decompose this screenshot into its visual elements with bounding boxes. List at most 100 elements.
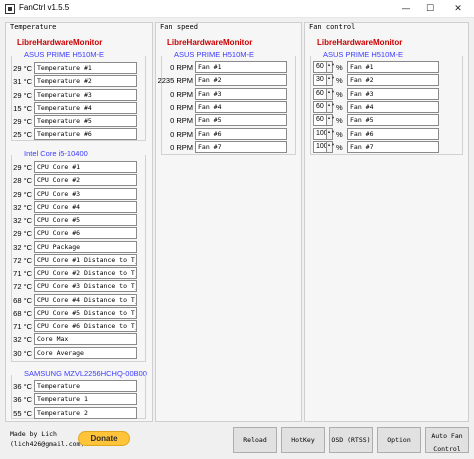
- temperature-value: 36 °C: [13, 382, 32, 391]
- temperature-sensor-name[interactable]: CPU Core #5 Distance to TjMax: [34, 306, 137, 319]
- fan-speed-name[interactable]: Fan #7: [195, 140, 287, 153]
- title-bar: FanCtrl v1.5.5 — ☐ ✕: [0, 0, 474, 18]
- temperature-sensor-name[interactable]: Temperature #1: [34, 62, 137, 74]
- temperature-sensor-name[interactable]: CPU Core #2 Distance to TjMax: [34, 267, 137, 279]
- close-button[interactable]: ✕: [446, 0, 470, 18]
- fan-speed-value: 0 RPM: [170, 102, 193, 112]
- fan-speed-name[interactable]: Fan #4: [195, 100, 287, 113]
- temperature-value: 29 °C: [13, 189, 32, 199]
- fan-control-percent-input[interactable]: 60: [313, 87, 327, 100]
- donate-button[interactable]: Donate: [78, 431, 130, 446]
- temperature-sensor-name[interactable]: CPU Core #6 Distance to TjMax: [34, 320, 137, 332]
- reload-button[interactable]: Reload: [233, 427, 277, 453]
- fan-speed-lhm-title: LibreHardwareMonitor: [167, 38, 253, 47]
- fan-control-name[interactable]: Fan #4: [347, 100, 439, 113]
- author-email: (lich426@gmail.com): [10, 440, 85, 448]
- temperature-sensor-name[interactable]: Temperature #3: [34, 88, 137, 101]
- fan-control-header: Fan control: [309, 23, 356, 31]
- fan-control-spinner[interactable]: ▲▼: [326, 100, 335, 113]
- temperature-sensor-name[interactable]: Temperature 2: [34, 406, 137, 419]
- fan-control-percent-input[interactable]: 100: [313, 140, 328, 153]
- fan-control-name[interactable]: Fan #6: [347, 127, 439, 140]
- fan-control-percent-input[interactable]: 30: [313, 74, 327, 87]
- temperature-value: 29 °C: [13, 117, 32, 126]
- fan-speed-name[interactable]: Fan #5: [195, 114, 287, 127]
- fan-speed-header: Fan speed: [160, 23, 198, 31]
- percent-unit: %: [336, 63, 343, 72]
- temperature-value: 29 °C: [13, 229, 32, 239]
- temperature-sensor-name[interactable]: Temperature #5: [34, 115, 137, 127]
- temperature-sensor-name[interactable]: CPU Core #6: [34, 227, 137, 240]
- made-by-label: Made by Lich: [10, 430, 57, 438]
- temperature-value: 29 °C: [13, 90, 32, 100]
- fan-speed-name[interactable]: Fan #3: [195, 87, 287, 100]
- temperature-sensor-name[interactable]: CPU Core #5: [34, 214, 137, 226]
- fan-control-percent-input[interactable]: 100: [313, 127, 328, 140]
- temperature-sensor-name[interactable]: CPU Package: [34, 240, 137, 253]
- fan-control-lhm-title: LibreHardwareMonitor: [317, 38, 403, 47]
- temperature-sensor-name[interactable]: CPU Core #4 Distance to TjMax: [34, 293, 137, 306]
- fan-control-spinner[interactable]: ▲▼: [326, 140, 335, 153]
- fan-control-name[interactable]: Fan #3: [347, 87, 439, 100]
- temperature-value: 32 °C: [13, 202, 32, 212]
- fan-control-spinner[interactable]: ▲▼: [326, 114, 335, 127]
- temperature-sensor-name[interactable]: Core Max: [34, 333, 137, 346]
- fan-speed-value: 0 RPM: [170, 129, 193, 139]
- fan-speed-name[interactable]: Fan #1: [195, 61, 287, 73]
- minimize-button[interactable]: —: [394, 0, 418, 18]
- percent-unit: %: [336, 102, 343, 112]
- temperature-sensor-name[interactable]: Temperature: [34, 380, 137, 392]
- fan-control-name[interactable]: Fan #7: [347, 140, 439, 153]
- temperature-value: 72 °C: [13, 282, 32, 292]
- fan-speed-value: 0 RPM: [170, 63, 193, 72]
- percent-unit: %: [336, 89, 343, 99]
- temperature-sensor-name[interactable]: Core Average: [34, 346, 137, 359]
- temperature-value: 28 °C: [13, 176, 32, 186]
- fan-control-spinner[interactable]: ▲▼: [326, 87, 335, 100]
- fan-speed-value: 2235 RPM: [157, 76, 193, 86]
- temperature-value: 25 °C: [13, 130, 32, 140]
- fan-control-name[interactable]: Fan #2: [347, 74, 439, 87]
- fan-control-spinner[interactable]: ▲▼: [326, 61, 335, 73]
- temperature-sensor-name[interactable]: CPU Core #3: [34, 187, 137, 200]
- temperature-sensor-name[interactable]: CPU Core #1: [34, 161, 137, 173]
- temperature-sensor-name[interactable]: Temperature #6: [34, 128, 137, 141]
- hotkey-button[interactable]: HotKey: [281, 427, 325, 453]
- maximize-button[interactable]: ☐: [418, 0, 442, 18]
- fan-speed-name[interactable]: Fan #6: [195, 127, 287, 140]
- temperature-value: 29 °C: [13, 64, 32, 73]
- percent-unit: %: [336, 76, 343, 86]
- fan-control-spinner[interactable]: ▲▼: [326, 74, 335, 87]
- temperature-value: 72 °C: [13, 255, 32, 265]
- fan-control-percent-input[interactable]: 60: [313, 114, 327, 127]
- temperature-value: 32 °C: [13, 216, 32, 225]
- temperature-value: 32 °C: [13, 335, 32, 345]
- temperature-value: 36 °C: [13, 395, 32, 405]
- temperature-value: 68 °C: [13, 308, 32, 318]
- osd-rtss-button[interactable]: OSD (RTSS): [329, 427, 373, 453]
- window-title: FanCtrl v1.5.5: [19, 3, 70, 12]
- temperature-sensor-name[interactable]: CPU Core #3 Distance to TjMax: [34, 280, 137, 293]
- temperature-sensor-name[interactable]: Temperature #2: [34, 75, 137, 88]
- temperature-sensor-name[interactable]: Temperature #4: [34, 101, 137, 114]
- temperature-sensor-name[interactable]: CPU Core #2: [34, 174, 137, 187]
- fan-control-percent-input[interactable]: 60: [313, 61, 327, 73]
- fan-speed-name[interactable]: Fan #2: [195, 74, 287, 87]
- percent-unit: %: [336, 129, 343, 139]
- fan-control-spinner[interactable]: ▲▼: [326, 127, 335, 140]
- temperature-sensor-name[interactable]: CPU Core #4: [34, 200, 137, 213]
- temperature-lhm-title: LibreHardwareMonitor: [17, 38, 103, 47]
- percent-unit: %: [336, 116, 343, 126]
- fan-speed-value: 0 RPM: [170, 89, 193, 99]
- temperature-sensor-name[interactable]: CPU Core #1 Distance to TjMax: [34, 253, 137, 266]
- temperature-value: 31 °C: [13, 77, 32, 87]
- percent-unit: %: [336, 142, 343, 152]
- fan-control-name[interactable]: Fan #5: [347, 114, 439, 127]
- auto-fan-control-button[interactable]: Auto Fan Control: [425, 427, 469, 453]
- option-button[interactable]: Option: [377, 427, 421, 453]
- fan-control-name[interactable]: Fan #1: [347, 61, 439, 73]
- fan-control-percent-input[interactable]: 60: [313, 100, 327, 113]
- fan-speed-value: 0 RPM: [170, 116, 193, 126]
- app-icon: [5, 4, 15, 14]
- temperature-sensor-name[interactable]: Temperature 1: [34, 393, 137, 406]
